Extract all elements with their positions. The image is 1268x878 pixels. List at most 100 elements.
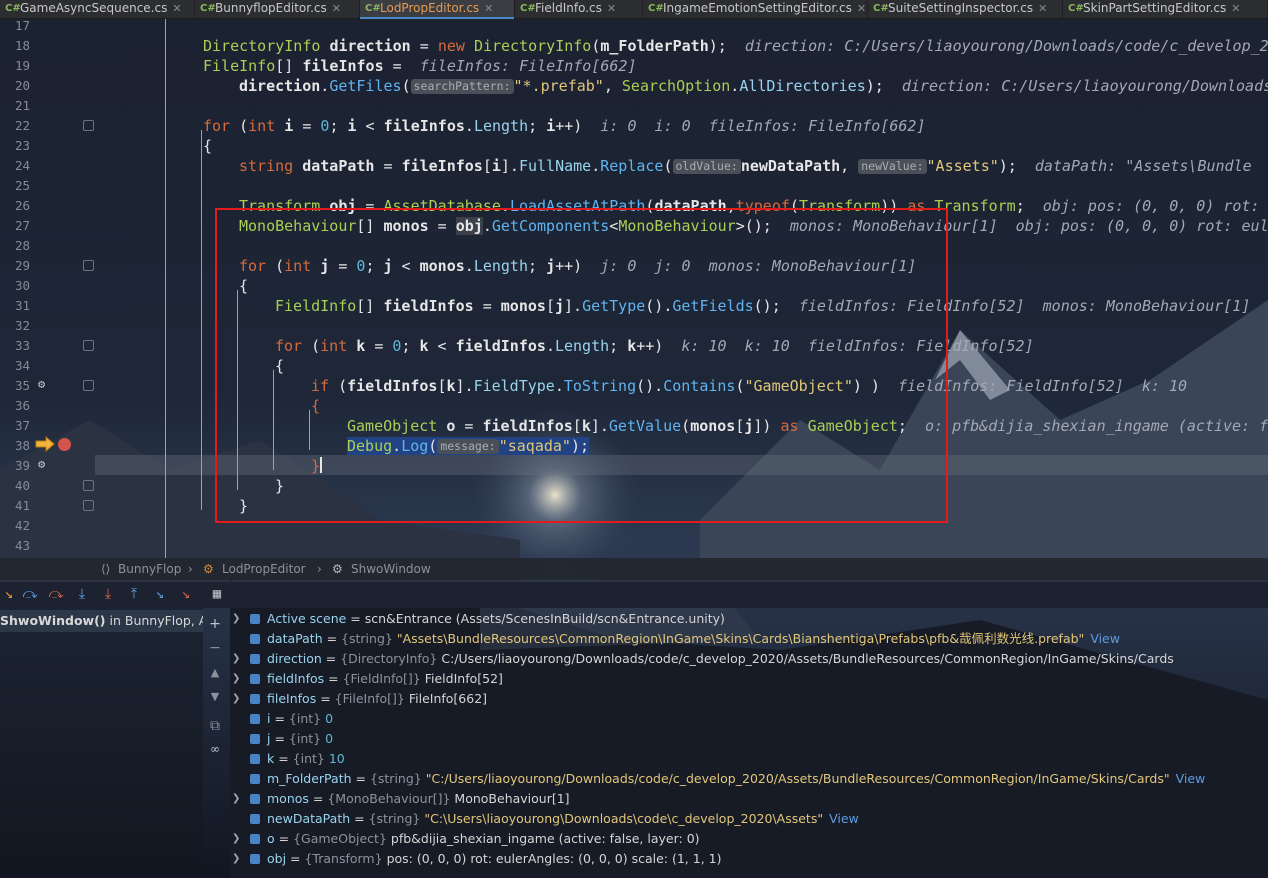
editor-tab-bar: C# GameAsyncSequence.cs ✕ C# BunnyflopEdito… — [0, 0, 1268, 19]
step-over-icon[interactable]: ⤼ — [21, 585, 39, 603]
tab-lod-prop-editor[interactable]: C# LodPropEditor.cs ✕ — [360, 0, 515, 19]
move-down-icon[interactable]: ▼ — [207, 690, 223, 703]
expand-arrow-icon[interactable]: ❯ — [232, 849, 240, 869]
show-watches-glasses-icon[interactable]: ∞ — [207, 742, 223, 756]
code-line-24[interactable]: string dataPath = fileInfos[i].FullName.… — [239, 156, 1252, 176]
code-line-18[interactable]: DirectoryInfo direction = new DirectoryI… — [203, 36, 1268, 56]
variable-value: scn&Entrance (Assets/ScenesInBuild/scn&E… — [364, 611, 725, 626]
view-link[interactable]: View — [1176, 771, 1206, 786]
variable-type: {FieldInfo[]} — [342, 671, 421, 686]
frames-panel: ShwoWindow() in BunnyFlop, Asse — [0, 608, 203, 878]
close-icon[interactable]: ✕ — [484, 2, 493, 15]
move-up-icon[interactable]: ▲ — [207, 666, 223, 679]
close-icon[interactable]: ✕ — [607, 2, 616, 15]
variable-name: newDataPath — [267, 811, 351, 826]
tab-suite-setting-inspector[interactable]: C# SuiteSettingInspector.cs ✕ — [868, 0, 1063, 18]
scene-icon — [250, 614, 260, 624]
expand-arrow-icon[interactable]: ❯ — [232, 669, 240, 689]
variable-name: Active scene — [267, 611, 347, 626]
code-line-35[interactable]: if (fieldInfos[k].FieldType.ToString().C… — [311, 376, 1187, 396]
view-link[interactable]: View — [829, 811, 859, 826]
tab-label: SkinPartSettingEditor.cs — [1083, 1, 1227, 15]
variables-toolbar: + − ▲ ▼ ⧉ ∞ — [203, 608, 227, 878]
field-icon — [250, 654, 260, 664]
code-line-27[interactable]: MonoBehaviour[] monos = obj.GetComponent… — [239, 216, 1268, 236]
field-icon — [250, 754, 260, 764]
code-line-20[interactable]: direction.GetFiles(searchPattern: "*.pref… — [239, 76, 1268, 96]
code-line-38[interactable]: Debug.Log(message: "saqada"); — [347, 436, 590, 456]
force-step-into-icon[interactable]: ⤓ — [99, 585, 117, 603]
variable-value: MonoBehaviour[1] — [454, 791, 570, 806]
field-icon — [250, 834, 260, 844]
close-icon[interactable]: ✕ — [1038, 2, 1047, 15]
close-icon[interactable]: ✕ — [1231, 2, 1240, 15]
line-number: 41 — [14, 498, 30, 513]
code-line-30[interactable]: { — [239, 276, 248, 296]
tab-game-async-sequence[interactable]: C# GameAsyncSequence.cs ✕ — [0, 0, 195, 18]
line-number: 28 — [14, 238, 30, 253]
tab-ingame-emotion-setting-editor[interactable]: C# IngameEmotionSettingEditor.cs ✕ — [643, 0, 868, 18]
code-line-34[interactable]: { — [275, 356, 284, 376]
tab-label: IngameEmotionSettingEditor.cs — [663, 1, 852, 15]
tab-skin-part-setting-editor[interactable]: C# SkinPartSettingEditor.cs ✕ — [1063, 0, 1268, 18]
code-line-33[interactable]: for (int k = 0; k < fieldInfos.Length; k… — [275, 336, 1034, 356]
code-line-22[interactable]: for (int i = 0; i < fileInfos.Length; i+… — [203, 116, 925, 136]
expand-arrow-icon[interactable]: ❯ — [232, 649, 240, 669]
variable-type: {string} — [368, 811, 421, 826]
expand-arrow-icon[interactable]: ❯ — [232, 829, 240, 849]
variable-name: monos — [267, 791, 309, 806]
tab-bunnyflop-editor[interactable]: C# BunnyflopEditor.cs ✕ — [195, 0, 360, 18]
run-to-cursor-icon[interactable]: ↘ — [151, 585, 169, 603]
line-number: 29 — [14, 258, 30, 273]
line-number: 43 — [14, 538, 30, 553]
breadcrumb-method[interactable]: ShwoWindow — [351, 562, 431, 576]
duplicate-icon[interactable]: ⧉ — [207, 718, 223, 734]
code-line-40[interactable]: } — [275, 476, 284, 496]
variable-name: i — [267, 711, 271, 726]
code-line-37[interactable]: GameObject o = fieldInfos[k].GetValue(mo… — [347, 416, 1268, 436]
line-number: 33 — [14, 338, 30, 353]
table-icon[interactable]: ▦ — [208, 585, 226, 603]
step-into-my-code-icon[interactable]: ⤼ — [47, 585, 65, 603]
code-editor[interactable]: ⚙ ⚙ 17 18 19 20 21 22 23 24 25 26 27 28 … — [0, 18, 1268, 558]
breadcrumb-class[interactable]: LodPropEditor — [222, 562, 306, 576]
chevron-right-icon: › — [317, 562, 322, 576]
expand-arrow-icon[interactable]: ❯ — [232, 609, 240, 629]
code-line-39[interactable]: } — [311, 456, 323, 476]
tab-field-info[interactable]: C# FieldInfo.cs ✕ — [515, 0, 643, 18]
close-icon[interactable]: ✕ — [332, 2, 341, 15]
breadcrumb-namespace[interactable]: BunnyFlop — [118, 562, 181, 576]
code-line-23[interactable]: { — [203, 136, 212, 156]
show-execution-point-icon[interactable]: ↘ — [0, 585, 18, 603]
variable-value: C:/Users/liaoyourong/Downloads/code/c_de… — [441, 651, 1174, 666]
code-line-31[interactable]: FieldInfo[] fieldInfos = monos[j].GetTyp… — [275, 296, 1268, 316]
code-line-26[interactable]: Transform obj = AssetDatabase.LoadAssetA… — [239, 196, 1268, 216]
code-line-29[interactable]: for (int j = 0; j < monos.Length; j++) j… — [239, 256, 916, 276]
close-icon[interactable]: ✕ — [857, 2, 866, 15]
line-number: 42 — [14, 518, 30, 533]
remove-icon[interactable]: − — [207, 640, 223, 656]
field-icon — [250, 794, 260, 804]
code-line-19[interactable]: FileInfo[] fileInfos = fileInfos: FileIn… — [203, 56, 637, 76]
variable-value: "C:/Users/liaoyourong/Downloads/code/c_d… — [425, 771, 1170, 786]
frame-item-selected[interactable]: ShwoWindow() in BunnyFlop, Asse — [0, 610, 203, 632]
force-run-to-cursor-icon[interactable]: ↘ — [177, 585, 195, 603]
variable-name: direction — [267, 651, 322, 666]
code-line-36[interactable]: { — [311, 396, 320, 416]
step-out-icon[interactable]: ⤒ — [125, 585, 143, 603]
line-number: 21 — [14, 98, 30, 113]
variable-name: j — [267, 731, 271, 746]
step-into-icon[interactable]: ⤓ — [73, 585, 91, 603]
line-number: 19 — [14, 58, 30, 73]
close-icon[interactable]: ✕ — [172, 2, 181, 15]
expand-arrow-icon[interactable]: ❯ — [232, 689, 240, 709]
field-icon — [250, 814, 260, 824]
variable-type: {Transform} — [304, 851, 383, 866]
code-line-41[interactable]: } — [239, 496, 248, 516]
variable-name: o — [267, 831, 275, 846]
add-watch-icon[interactable]: + — [207, 616, 223, 632]
variable-name: k — [267, 751, 275, 766]
expand-arrow-icon[interactable]: ❯ — [232, 789, 240, 809]
view-link[interactable]: View — [1090, 631, 1120, 646]
frame-method: ShwoWindow() — [0, 613, 106, 628]
